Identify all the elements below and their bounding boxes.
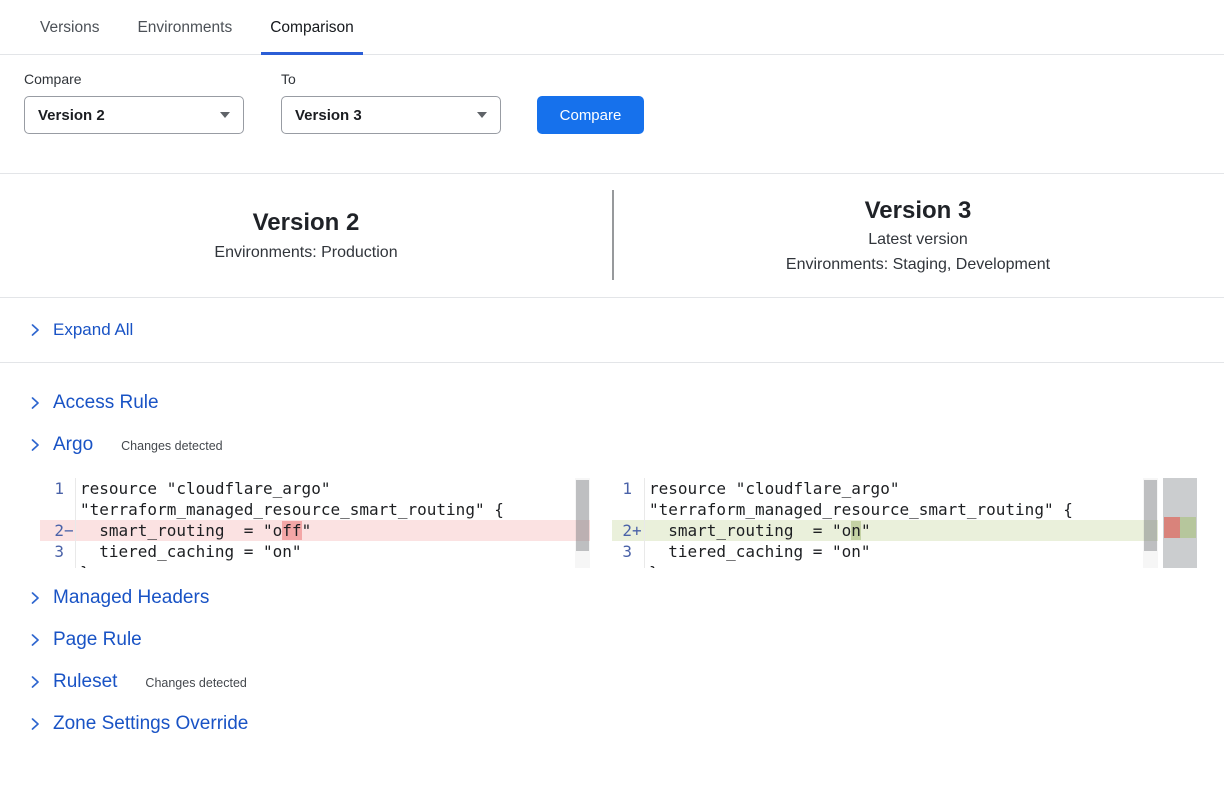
tab-environments[interactable]: Environments (128, 19, 241, 55)
code-line-wrap: "terraform_managed_resource_smart_routin… (612, 499, 1158, 520)
argo-diff: 1 resource "cloudflare_argo" "terraform_… (40, 478, 1224, 568)
compare-from-select[interactable]: Version 2 (24, 96, 244, 134)
changes-detected-badge: Changes detected (145, 673, 246, 690)
code-line: } (612, 562, 1158, 568)
tab-bar: Versions Environments Comparison (0, 0, 1224, 55)
changes-detected-badge: Changes detected (121, 436, 222, 453)
chevron-right-icon (28, 396, 42, 410)
compare-from-field: Compare Version 2 (24, 71, 244, 134)
scrollbar-thumb[interactable] (1144, 480, 1157, 551)
section-label: Ruleset (53, 671, 117, 693)
code-line: 1 resource "cloudflare_argo" (40, 478, 590, 499)
code-line: } (40, 562, 590, 568)
compare-to-field: To Version 3 (281, 71, 501, 134)
expand-all-row[interactable]: Expand All (0, 298, 1224, 363)
code-line-removed: 2− smart_routing = "off" (40, 520, 590, 541)
code-line-added: 2+ smart_routing = "on" (612, 520, 1158, 541)
code-line: 1 resource "cloudflare_argo" (612, 478, 1158, 499)
chevron-down-icon (477, 112, 487, 118)
tab-versions[interactable]: Versions (31, 19, 108, 55)
right-version-environments: Environments: Staging, Development (786, 256, 1050, 274)
diff-left-panel: 1 resource "cloudflare_argo" "terraform_… (40, 478, 590, 568)
column-divider (612, 190, 614, 280)
removed-chars: ff (282, 521, 301, 540)
section-page-rule[interactable]: Page Rule (0, 628, 1224, 651)
right-version-latest: Latest version (868, 231, 968, 249)
section-label: Page Rule (53, 629, 142, 651)
version-headers: Version 2 Environments: Production Versi… (0, 173, 1224, 298)
section-zone-settings-override[interactable]: Zone Settings Override (0, 712, 1224, 735)
right-version-title: Version 3 (865, 197, 972, 225)
chevron-down-icon (220, 112, 230, 118)
diff-right-panel: 1 resource "cloudflare_argo" "terraform_… (612, 478, 1158, 568)
version-left-column: Version 2 Environments: Production (0, 174, 612, 297)
section-label: Access Rule (53, 392, 159, 414)
section-label: Zone Settings Override (53, 713, 248, 735)
chevron-right-icon (28, 323, 42, 337)
chevron-right-icon (28, 633, 42, 647)
section-ruleset[interactable]: Ruleset Changes detected (0, 670, 1224, 693)
left-version-title: Version 2 (253, 209, 360, 237)
removed-marker (1164, 517, 1180, 538)
section-access-rule[interactable]: Access Rule (0, 391, 1224, 414)
version-right-column: Version 3 Latest version Environments: S… (612, 174, 1224, 297)
compare-from-value: Version 2 (38, 107, 105, 124)
chevron-right-icon (28, 591, 42, 605)
left-version-environments: Environments: Production (214, 244, 397, 262)
section-label: Argo (53, 434, 93, 456)
scrollbar[interactable] (575, 478, 590, 568)
added-chars: n (851, 521, 861, 540)
section-label: Managed Headers (53, 587, 209, 609)
compare-to-value: Version 3 (295, 107, 362, 124)
tab-comparison[interactable]: Comparison (261, 19, 363, 55)
compare-label: Compare (24, 71, 244, 87)
compare-form: Compare Version 2 To Version 3 Compare (0, 55, 1224, 134)
code-line: 3 tiered_caching = "on" (612, 541, 1158, 562)
scrollbar[interactable] (1143, 478, 1158, 568)
compare-button[interactable]: Compare (537, 96, 644, 134)
scrollbar-thumb[interactable] (576, 480, 589, 551)
section-managed-headers[interactable]: Managed Headers (0, 586, 1224, 609)
chevron-right-icon (28, 438, 42, 452)
overview-ruler (1163, 478, 1197, 568)
section-argo[interactable]: Argo Changes detected (0, 433, 1224, 456)
chevron-right-icon (28, 675, 42, 689)
expand-all-link[interactable]: Expand All (53, 320, 133, 340)
added-marker (1180, 517, 1196, 538)
compare-to-select[interactable]: Version 3 (281, 96, 501, 134)
to-label: To (281, 71, 501, 87)
code-line-wrap: "terraform_managed_resource_smart_routin… (40, 499, 590, 520)
chevron-right-icon (28, 717, 42, 731)
code-line: 3 tiered_caching = "on" (40, 541, 590, 562)
